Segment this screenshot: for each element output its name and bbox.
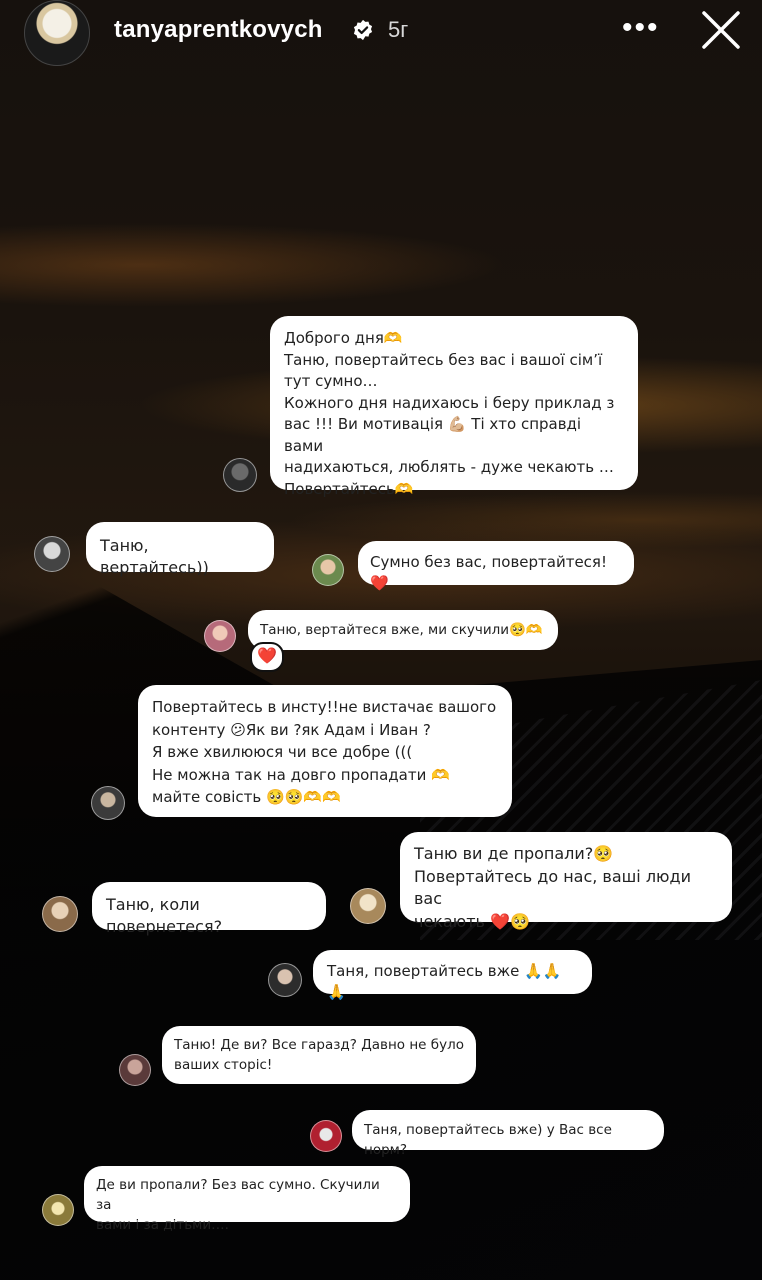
message-line: Я вже хвилююся чи все добре ((( (152, 743, 413, 761)
sender-avatar (312, 554, 344, 586)
sender-avatar (268, 963, 302, 997)
message-line: Не можна так на довго пропадати 🫶 (152, 765, 450, 784)
message-line: Таню, коли повернетеся? (106, 895, 223, 936)
more-options-icon[interactable]: ••• (622, 13, 658, 43)
message-bubble: Таню, коли повернетеся? (92, 882, 326, 936)
message-line: тут сумно… (284, 372, 378, 390)
message-bubble: Повертайтесь в инсту!!не вистачає вашого… (138, 685, 512, 817)
message-line: Таня, повертайтесь вже 🙏🙏🙏 (327, 962, 562, 1001)
profile-avatar[interactable] (24, 0, 90, 66)
message-bubble: Таню, вертайтеся вже, ми скучили🥺🫶 (248, 610, 558, 650)
message-bubble: Таню, вертайтесь)) (86, 522, 274, 577)
message-bubble: Сумно без вас, повертайтеся!❤️ (358, 541, 634, 592)
message-line: Таню! Де ви? Все гаразд? Давно не було (174, 1037, 464, 1053)
message-line: майте совість 🥺🥺🫶🫶 (152, 788, 341, 806)
post-time: 5г (388, 17, 409, 42)
sender-avatar (42, 896, 78, 932)
message-line: Де ви пропали? Без вас сумно. Скучили за (96, 1177, 380, 1213)
story-header: tanyaprentkovych 5г ••• (0, 0, 762, 66)
sender-avatar (350, 888, 386, 924)
reaction-heart-icon: ❤️ (250, 642, 284, 672)
message-bubble: Де ви пропали? Без вас сумно. Скучили за… (84, 1166, 410, 1233)
message-line: чекають ❤️🥺 (414, 911, 530, 931)
message-line: Таню, вертайтеся вже, ми скучили🥺🫶 (260, 622, 543, 638)
verified-badge-icon (353, 19, 373, 41)
message-line: Таню, повертайтесь без вас і вашої сім’ї (284, 350, 603, 369)
message-line: Доброго дня🫶 (284, 329, 403, 347)
message-line: надихаються, люблять - дуже чекають … (284, 458, 614, 476)
sender-avatar (310, 1120, 342, 1152)
sender-avatar (204, 620, 236, 652)
message-bubble: Таню! Де ви? Все гаразд? Давно не було в… (162, 1026, 476, 1084)
sender-avatar (223, 458, 257, 492)
message-line: контенту 😕Як ви ?як Адам і Иван ? (152, 720, 431, 739)
sender-avatar (91, 786, 125, 820)
sender-avatar (34, 536, 70, 572)
sender-avatar (119, 1054, 151, 1086)
sender-avatar (42, 1194, 74, 1226)
message-bubble: Таня, повертайтесь вже) у Вас все норм? (352, 1110, 664, 1158)
message-line: Кожного дня надихаюсь і беру приклад з (284, 393, 615, 412)
message-bubble: Доброго дня🫶 Таню, повертайтесь без вас … (270, 316, 638, 498)
username[interactable]: tanyaprentkovych (114, 16, 323, 44)
message-line: Повертайтесь в инсту!!не вистачає вашого (152, 698, 497, 716)
message-line: вас !!! Ви мотивація 💪🏼 Ті хто справді в… (284, 415, 582, 455)
message-line: Таня, повертайтесь вже) у Вас все норм? (364, 1122, 612, 1158)
message-line: Сумно без вас, повертайтеся!❤️ (370, 553, 607, 592)
close-icon[interactable] (700, 9, 742, 51)
message-bubble: Таню ви де пропали?🥺 Повертайтесь до нас… (400, 832, 732, 931)
message-bubble: Таня, повертайтесь вже 🙏🙏🙏 (313, 950, 592, 1001)
message-line: Повертайтесь🫶 (284, 479, 414, 498)
message-line: вами і за дітьми…. (96, 1217, 229, 1233)
message-line: ваших сторіс! (174, 1057, 273, 1073)
message-line: Таню, вертайтесь)) (100, 536, 209, 577)
message-line: Таню ви де пропали?🥺 (414, 844, 614, 863)
message-line: Повертайтесь до нас, ваші люди вас (414, 866, 691, 909)
